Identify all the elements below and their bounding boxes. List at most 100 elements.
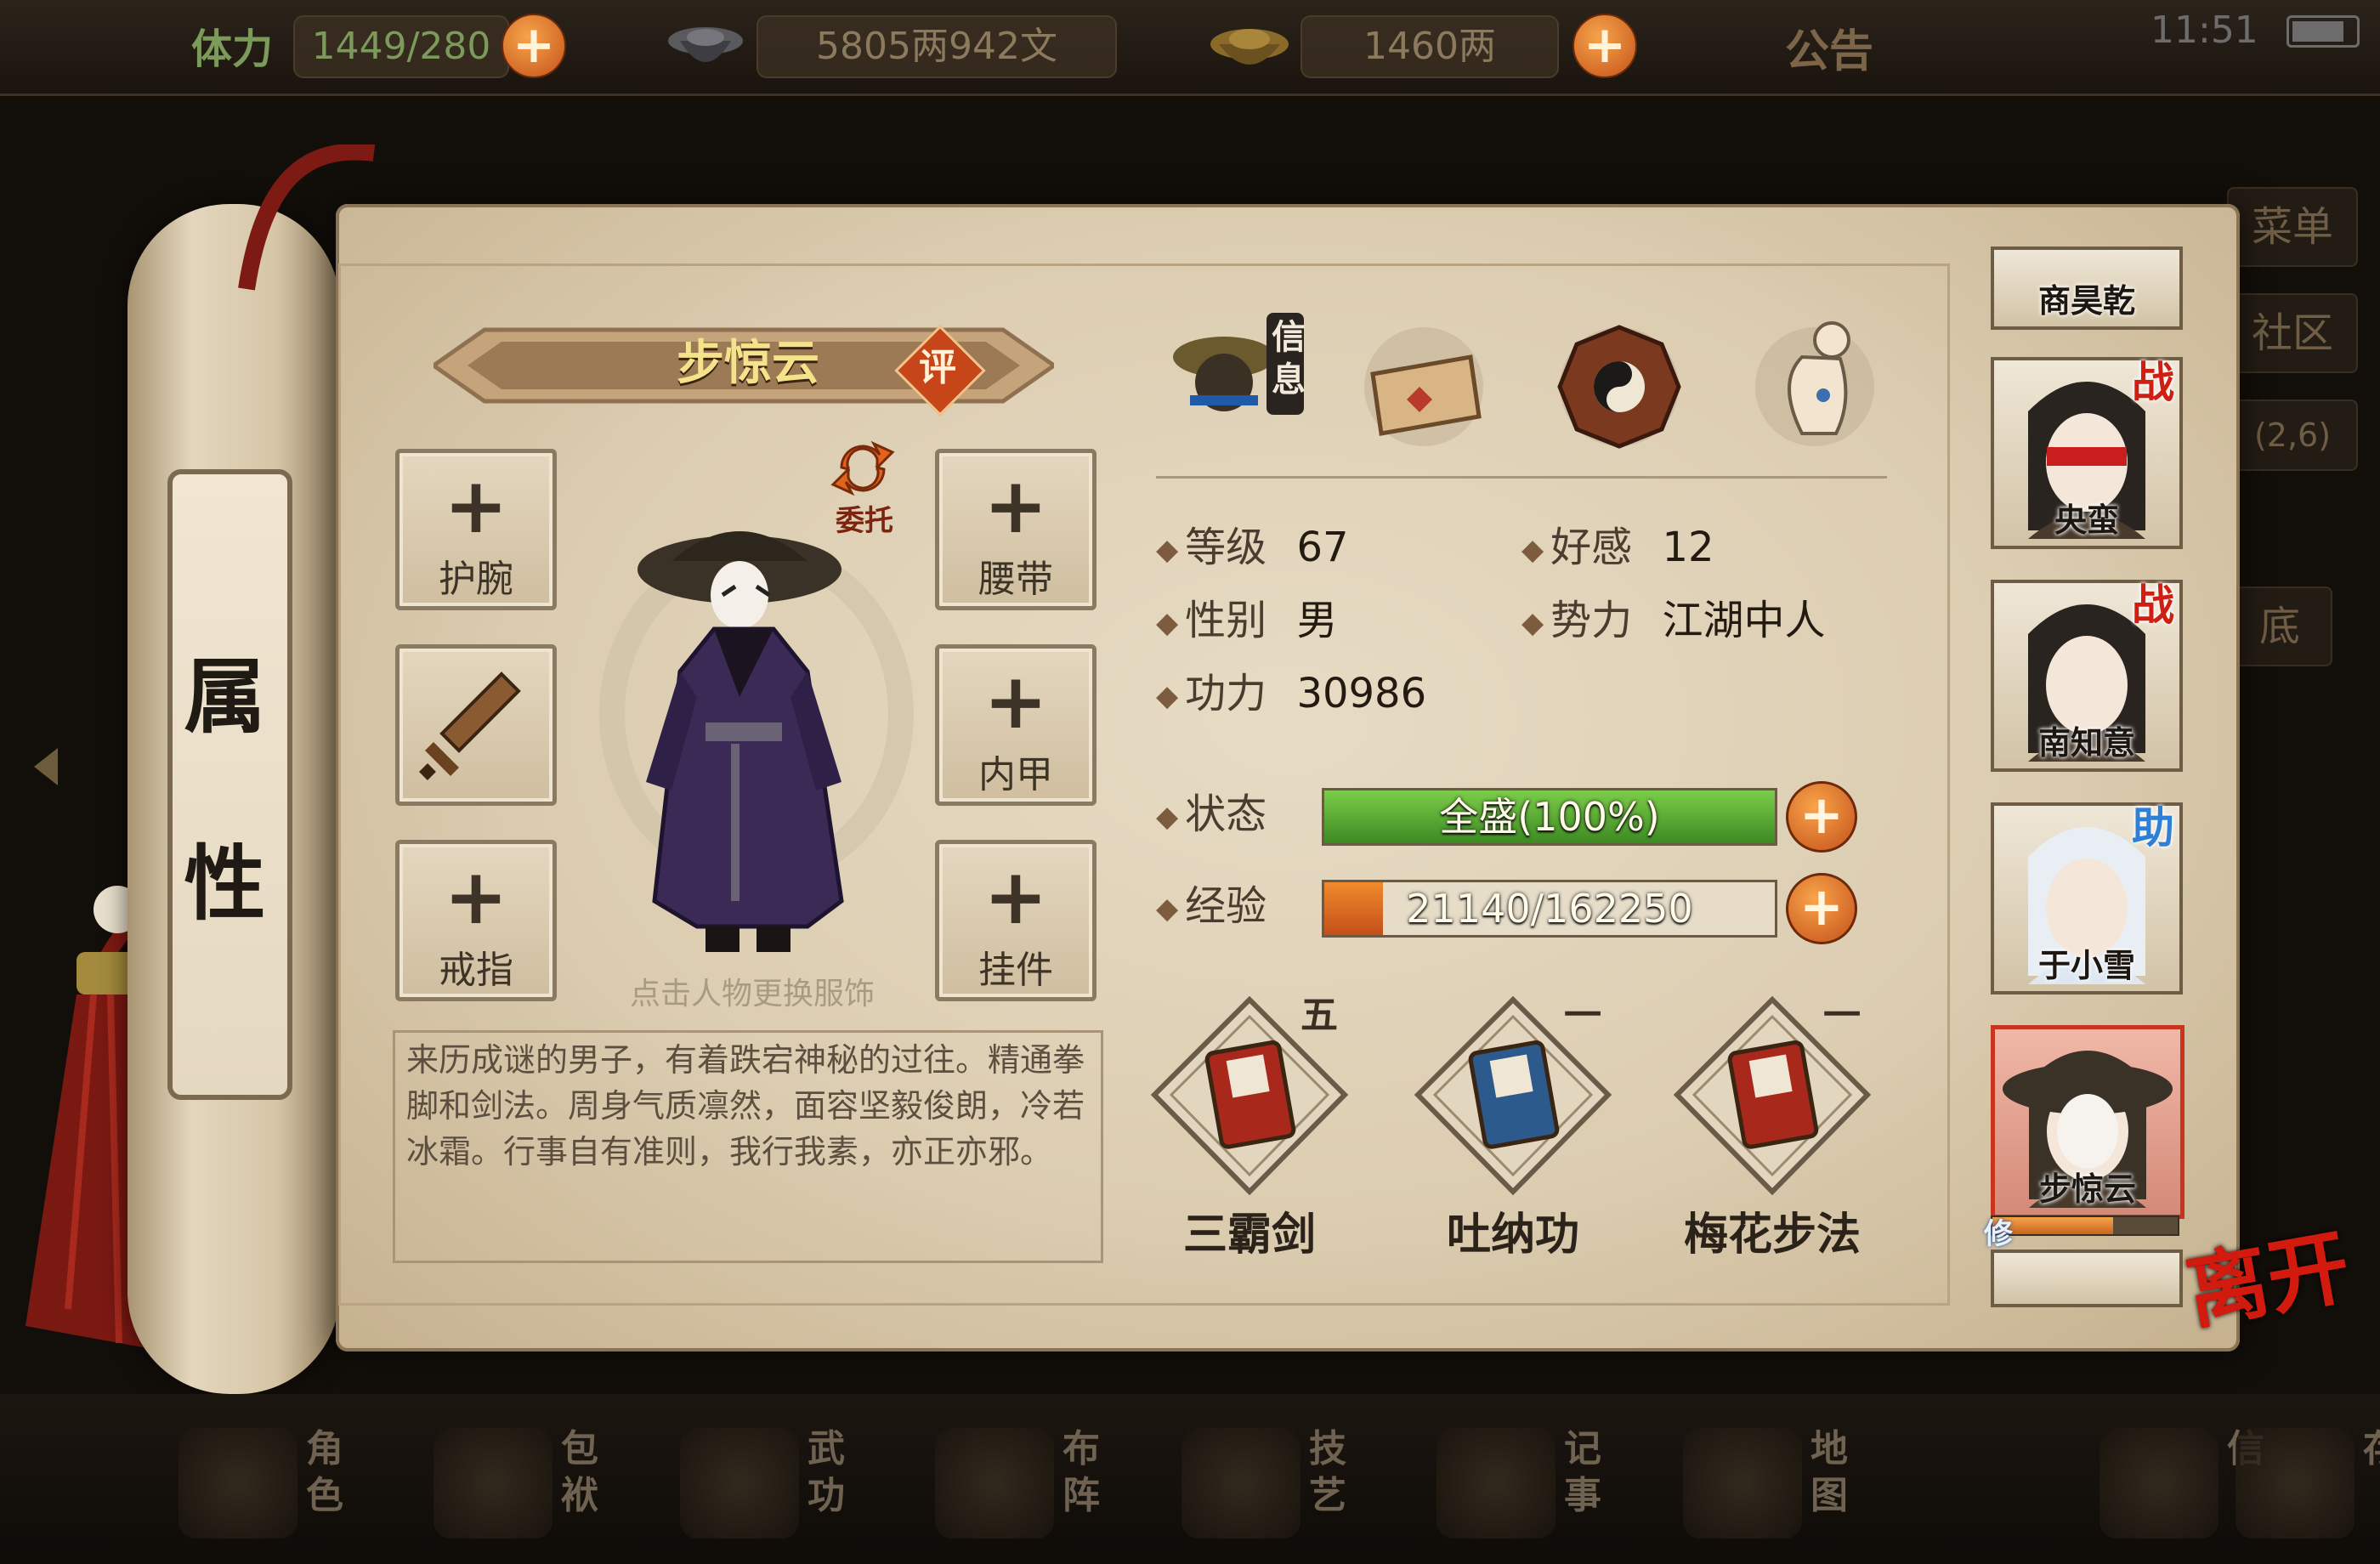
affection-value: 12 bbox=[1662, 524, 1714, 571]
armor-slot-label: 内甲 bbox=[978, 753, 1053, 796]
nav-icon[interactable] bbox=[935, 1428, 1054, 1538]
roster-role-badge: 战 bbox=[2132, 358, 2174, 407]
stamina-value: 1449/280 bbox=[293, 15, 509, 78]
stamina-add-button[interactable]: + bbox=[502, 14, 566, 78]
ring-slot[interactable]: + 戒指 bbox=[395, 840, 557, 1001]
nav-label-bottom: 阵 bbox=[1062, 1474, 1100, 1517]
exp-bar-text: 21140/162250 bbox=[1406, 886, 1693, 932]
nav-label-top: 存 bbox=[2363, 1428, 2380, 1470]
plus-icon: + bbox=[983, 462, 1048, 551]
faction-label: 势力 bbox=[1550, 597, 1633, 644]
nav-icon[interactable] bbox=[178, 1428, 298, 1538]
notice-button[interactable]: 公告 bbox=[1785, 15, 1873, 79]
pendant-slot[interactable]: + 挂件 bbox=[935, 840, 1096, 1001]
silver-ingot-icon bbox=[668, 27, 743, 62]
community-button[interactable]: 社区 bbox=[2227, 293, 2358, 373]
leave-button[interactable]: 离开 bbox=[2179, 1218, 2367, 1366]
character-portrait[interactable] bbox=[586, 502, 926, 960]
affection-label: 好感 bbox=[1550, 524, 1633, 571]
nav-label-top: 布 bbox=[1062, 1427, 1100, 1470]
faction-value: 江湖中人 bbox=[1662, 597, 1826, 644]
affection-row: ◆ 好感 12 bbox=[1522, 524, 1714, 571]
roster-card-partial[interactable] bbox=[1991, 1250, 2183, 1307]
battery-icon bbox=[2286, 15, 2360, 48]
gold-value: 1460两 bbox=[1300, 15, 1559, 78]
bagua-icon[interactable] bbox=[1547, 306, 1692, 450]
map-letter-icon[interactable] bbox=[1352, 306, 1496, 450]
ring-slot-label: 戒指 bbox=[439, 949, 513, 992]
roster-name: 步惊云 bbox=[2038, 1170, 2136, 1208]
nav-icon[interactable] bbox=[1436, 1428, 1556, 1538]
wrist-slot-label: 护腕 bbox=[439, 558, 513, 601]
roster-name: 南知意 bbox=[2037, 724, 2135, 762]
nav-icon[interactable] bbox=[680, 1428, 799, 1538]
sword-icon bbox=[419, 672, 521, 780]
nav-icon[interactable] bbox=[2100, 1428, 2218, 1538]
top-resource-bar: 体力 1449/280 + 5805两942文 1460两 + 公告 11:51 bbox=[0, 0, 2380, 96]
gold-ingot-icon bbox=[1210, 29, 1289, 65]
exp-add-button[interactable]: + bbox=[1786, 873, 1857, 944]
weapon-slot[interactable] bbox=[395, 644, 557, 806]
rate-button[interactable]: 评 bbox=[908, 338, 967, 398]
roster-name: 于小雪 bbox=[2037, 947, 2135, 984]
coords-label: (2,6) bbox=[2227, 400, 2358, 471]
gender-value: 男 bbox=[1296, 597, 1338, 644]
stamina-label: 体力 bbox=[191, 26, 274, 73]
nav-icon[interactable] bbox=[434, 1428, 552, 1538]
power-value: 30986 bbox=[1296, 670, 1427, 717]
belt-slot[interactable]: + 腰带 bbox=[935, 449, 1096, 610]
nav-label-bottom: 色 bbox=[306, 1474, 343, 1517]
nav-icon[interactable] bbox=[1683, 1428, 1802, 1538]
character-description: 来历成谜的男子，有着跌宕神秘的过往。精通拳脚和剑法。周身气质凛然，面容坚毅俊朗，… bbox=[406, 1041, 1085, 1170]
change-outfit-hint: 点击人物更换服饰 bbox=[629, 977, 875, 1012]
plus-icon: + bbox=[983, 657, 1048, 746]
nav-label-top: 技 bbox=[1309, 1427, 1346, 1470]
nav-label-bottom: 袱 bbox=[561, 1474, 598, 1517]
nav-icon[interactable] bbox=[2236, 1428, 2354, 1538]
plus-icon: + bbox=[983, 853, 1048, 942]
roster-name: 商昊乾 bbox=[2037, 282, 2135, 320]
power-label: 功力 bbox=[1185, 670, 1267, 717]
attributes-tab-label: 属 性 bbox=[167, 595, 282, 969]
roster-card[interactable]: 步惊云 bbox=[1991, 1025, 2184, 1219]
plus-icon: + bbox=[444, 462, 508, 551]
left-arrow-icon[interactable] bbox=[34, 748, 58, 785]
nav-label-top: 武 bbox=[808, 1427, 845, 1470]
exp-label: 经验 bbox=[1185, 882, 1267, 930]
nav-icon[interactable] bbox=[1182, 1428, 1300, 1538]
tab-char-bottom: 性 bbox=[184, 836, 266, 932]
nav-label-top: 包 bbox=[561, 1427, 598, 1470]
skill-level: 一 bbox=[1823, 994, 1861, 1037]
roster-name: 央蛮 bbox=[2054, 502, 2119, 539]
armor-slot[interactable]: + 内甲 bbox=[935, 644, 1096, 806]
roster-card[interactable]: 商昊乾 bbox=[1991, 246, 2183, 330]
nav-label-bottom: 艺 bbox=[1309, 1474, 1346, 1517]
roster-role-badge: 战 bbox=[2132, 581, 2174, 630]
skill-level: 一 bbox=[1564, 994, 1601, 1037]
plus-icon: + bbox=[444, 853, 508, 942]
roster-role-badge: 助 bbox=[2132, 803, 2174, 853]
wrist-slot[interactable]: + 护腕 bbox=[395, 449, 557, 610]
power-row: ◆ 功力 30986 bbox=[1156, 670, 1427, 717]
exp-bar: 21140/162250 bbox=[1322, 880, 1777, 938]
faction-row: ◆ 势力 江湖中人 bbox=[1522, 597, 1826, 644]
nav-label-top: 地 bbox=[1810, 1427, 1848, 1470]
nav-label-bottom: 功 bbox=[808, 1474, 845, 1517]
status-row-label: ◆ 状态 bbox=[1156, 790, 1267, 838]
bottom-menu-item[interactable]: 底 bbox=[2227, 586, 2332, 666]
skill-name: 梅花步法 bbox=[1683, 1210, 1861, 1261]
clock: 11:51 bbox=[2150, 8, 2258, 52]
menu-button[interactable]: 菜单 bbox=[2227, 187, 2358, 267]
character-name: 步惊云 bbox=[677, 336, 819, 391]
entrust-icon[interactable] bbox=[824, 434, 901, 502]
skill-level: 五 bbox=[1300, 994, 1338, 1037]
pendant-slot-label: 挂件 bbox=[978, 949, 1053, 992]
status-add-button[interactable]: + bbox=[1786, 781, 1857, 853]
gender-label: 性别 bbox=[1185, 597, 1267, 644]
level-value: 67 bbox=[1296, 524, 1349, 571]
meridian-body-icon[interactable] bbox=[1742, 306, 1887, 450]
exp-row-label: ◆ 经验 bbox=[1156, 882, 1267, 930]
nav-label-bottom: 图 bbox=[1810, 1474, 1848, 1517]
status-bar: 全盛(100%) bbox=[1322, 788, 1777, 846]
gold-add-button[interactable]: + bbox=[1572, 14, 1637, 78]
